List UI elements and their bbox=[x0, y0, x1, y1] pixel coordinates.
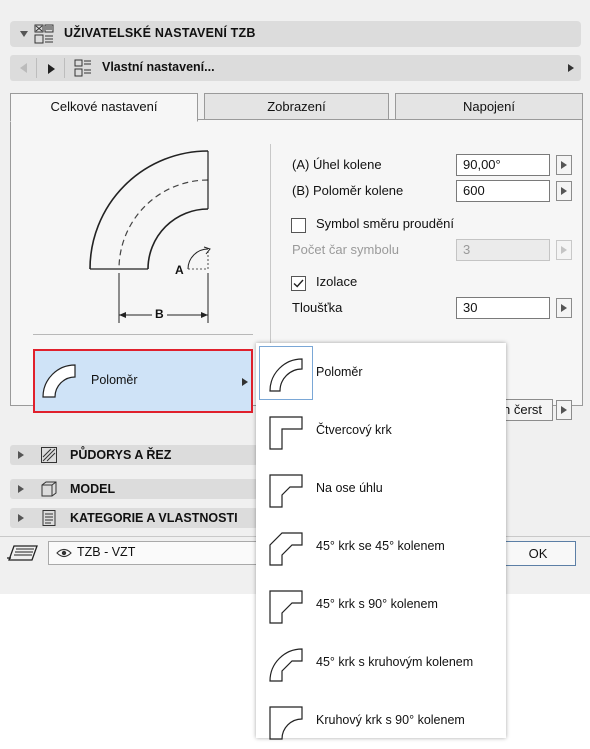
section-floor-plan-and-section[interactable]: PŮDORYS A ŘEZ bbox=[10, 445, 258, 465]
model-cube-icon bbox=[41, 481, 57, 497]
thickness-input[interactable]: 30 bbox=[456, 297, 550, 319]
arrow-right-icon bbox=[561, 187, 567, 195]
elbow-preview-diagram bbox=[89, 150, 211, 323]
dropdown-item-45-throat-round-heel[interactable]: 45° krk s kruhovým kolenem bbox=[256, 633, 506, 691]
next-arrow-icon bbox=[48, 64, 55, 74]
expand-arrow-icon bbox=[18, 451, 24, 459]
elbow-radius-icon bbox=[259, 346, 313, 400]
dropdown-item-label: Čtvercový krk bbox=[316, 423, 392, 437]
angle-label: (A) Úhel kolene bbox=[292, 157, 382, 172]
radius-arrow-button[interactable] bbox=[556, 181, 572, 201]
radius-value: 600 bbox=[463, 183, 485, 198]
section-title: MODEL bbox=[70, 482, 116, 496]
layer-icon bbox=[7, 545, 38, 561]
elbow-round-throat-90-heel-icon bbox=[269, 706, 303, 740]
section-classification-and-properties[interactable]: KATEGORIE A VLASTNOSTI bbox=[10, 508, 258, 528]
header-bar[interactable]: UŽIVATELSKÉ NASTAVENÍ TZB bbox=[10, 21, 581, 47]
favorites-icon bbox=[74, 59, 91, 77]
next-button[interactable] bbox=[37, 55, 63, 81]
dropdown-item-round-throat-90-heel[interactable]: Kruhový krk s 90° kolenem bbox=[256, 691, 506, 749]
arrow-right-icon bbox=[561, 161, 567, 169]
insulation-label: Izolace bbox=[316, 274, 358, 289]
tab-label: Zobrazení bbox=[267, 99, 326, 114]
tab-connection[interactable]: Napojení bbox=[395, 93, 583, 121]
divider bbox=[64, 58, 65, 78]
dropdown-item-mitered[interactable]: Na ose úhlu bbox=[256, 459, 506, 517]
favorites-title[interactable]: Vlastní nastavení... bbox=[102, 60, 215, 74]
section-model[interactable]: MODEL bbox=[10, 479, 258, 499]
mep-settings-icon bbox=[34, 24, 54, 44]
angle-arrow-button[interactable] bbox=[556, 155, 572, 175]
arrow-right-icon bbox=[561, 304, 567, 312]
thickness-arrow-button[interactable] bbox=[556, 298, 572, 318]
elbow-45-throat-45-heel-icon bbox=[269, 532, 303, 566]
elbow-type-dropdown: Poloměr Čtvercový krk Na ose úhlu 45° kr… bbox=[256, 343, 506, 740]
angle-input[interactable]: 90,00° bbox=[456, 154, 550, 176]
dropdown-item-label: 45° krk s 90° kolenem bbox=[316, 597, 438, 611]
dropdown-item-radius[interactable]: Poloměr bbox=[256, 343, 506, 401]
tab-display[interactable]: Zobrazení bbox=[204, 93, 389, 121]
elbow-square-throat-icon bbox=[269, 416, 303, 450]
expand-arrow-icon bbox=[18, 514, 24, 522]
insulation-checkbox[interactable] bbox=[291, 276, 306, 291]
ok-label: OK bbox=[528, 546, 548, 561]
properties-list-icon bbox=[42, 510, 56, 526]
diagram-label-a: A bbox=[175, 263, 184, 277]
symbol-lines-value: 3 bbox=[463, 242, 471, 257]
elbow-45-throat-90-heel-icon bbox=[269, 590, 303, 624]
dropdown-item-label: 45° krk se 45° kolenem bbox=[316, 539, 445, 553]
symbol-lines-label: Počet čar symbolu bbox=[292, 242, 399, 257]
expand-arrow-icon bbox=[18, 485, 24, 493]
dropdown-item-square-throat[interactable]: Čtvercový krk bbox=[256, 401, 506, 459]
elbow-mitered-icon bbox=[269, 474, 303, 508]
tab-label: Napojení bbox=[462, 99, 516, 114]
tab-label: Celkové nastavení bbox=[50, 99, 158, 114]
flow-symbol-checkbox[interactable] bbox=[291, 218, 306, 233]
previous-arrow-icon bbox=[20, 63, 27, 73]
dropdown-item-label: Na ose úhlu bbox=[316, 481, 383, 495]
divider bbox=[33, 334, 253, 335]
header-title: UŽIVATELSKÉ NASTAVENÍ TZB bbox=[64, 26, 256, 40]
section-title: PŮDORYS A ŘEZ bbox=[70, 448, 172, 462]
elbow-type-selector[interactable]: Poloměr bbox=[33, 349, 253, 413]
refresh-arrow-button[interactable] bbox=[556, 400, 572, 420]
symbol-lines-input[interactable]: 3 bbox=[456, 239, 550, 261]
dropdown-item-label: Kruhový krk s 90° kolenem bbox=[316, 713, 465, 727]
dropdown-arrow-icon[interactable] bbox=[568, 64, 574, 72]
angle-value: 90,00° bbox=[463, 157, 501, 172]
floor-plan-icon bbox=[41, 447, 57, 463]
elbow-radius-icon bbox=[42, 364, 76, 398]
layer-selector[interactable]: TZB - VZT bbox=[48, 541, 258, 565]
flow-symbol-label: Symbol směru proudění bbox=[316, 216, 455, 231]
radius-label: (B) Poloměr kolene bbox=[292, 183, 404, 198]
arrow-right-icon bbox=[561, 406, 567, 414]
tab-general-settings[interactable]: Celkové nastavení bbox=[10, 93, 198, 122]
previous-button[interactable] bbox=[10, 55, 36, 81]
diagram-label-b: B bbox=[152, 307, 167, 321]
collapse-arrow-icon[interactable] bbox=[20, 31, 28, 37]
dropdown-item-45-throat-45-heel[interactable]: 45° krk se 45° kolenem bbox=[256, 517, 506, 575]
arrow-right-icon bbox=[561, 246, 567, 254]
section-title: KATEGORIE A VLASTNOSTI bbox=[70, 511, 238, 525]
dropdown-item-label: 45° krk s kruhovým kolenem bbox=[316, 655, 474, 669]
dropdown-item-label: Poloměr bbox=[316, 365, 363, 379]
checkmark-icon bbox=[293, 279, 304, 288]
thickness-value: 30 bbox=[463, 300, 478, 315]
thickness-label: Tloušťka bbox=[292, 300, 343, 315]
ok-button[interactable]: OK bbox=[500, 541, 576, 566]
radius-input[interactable]: 600 bbox=[456, 180, 550, 202]
elbow-45-throat-round-heel-icon bbox=[269, 648, 303, 682]
divider bbox=[270, 144, 271, 344]
visibility-eye-icon bbox=[56, 548, 72, 558]
submenu-arrow-icon bbox=[242, 378, 248, 386]
symbol-lines-arrow-button[interactable] bbox=[556, 240, 572, 260]
dropdown-item-45-throat-90-heel[interactable]: 45° krk s 90° kolenem bbox=[256, 575, 506, 633]
layer-name: TZB - VZT bbox=[77, 545, 136, 559]
favorites-bar: Vlastní nastavení... bbox=[10, 55, 581, 81]
elbow-type-label: Poloměr bbox=[91, 373, 138, 387]
refresh-label: n čerst bbox=[503, 402, 543, 417]
